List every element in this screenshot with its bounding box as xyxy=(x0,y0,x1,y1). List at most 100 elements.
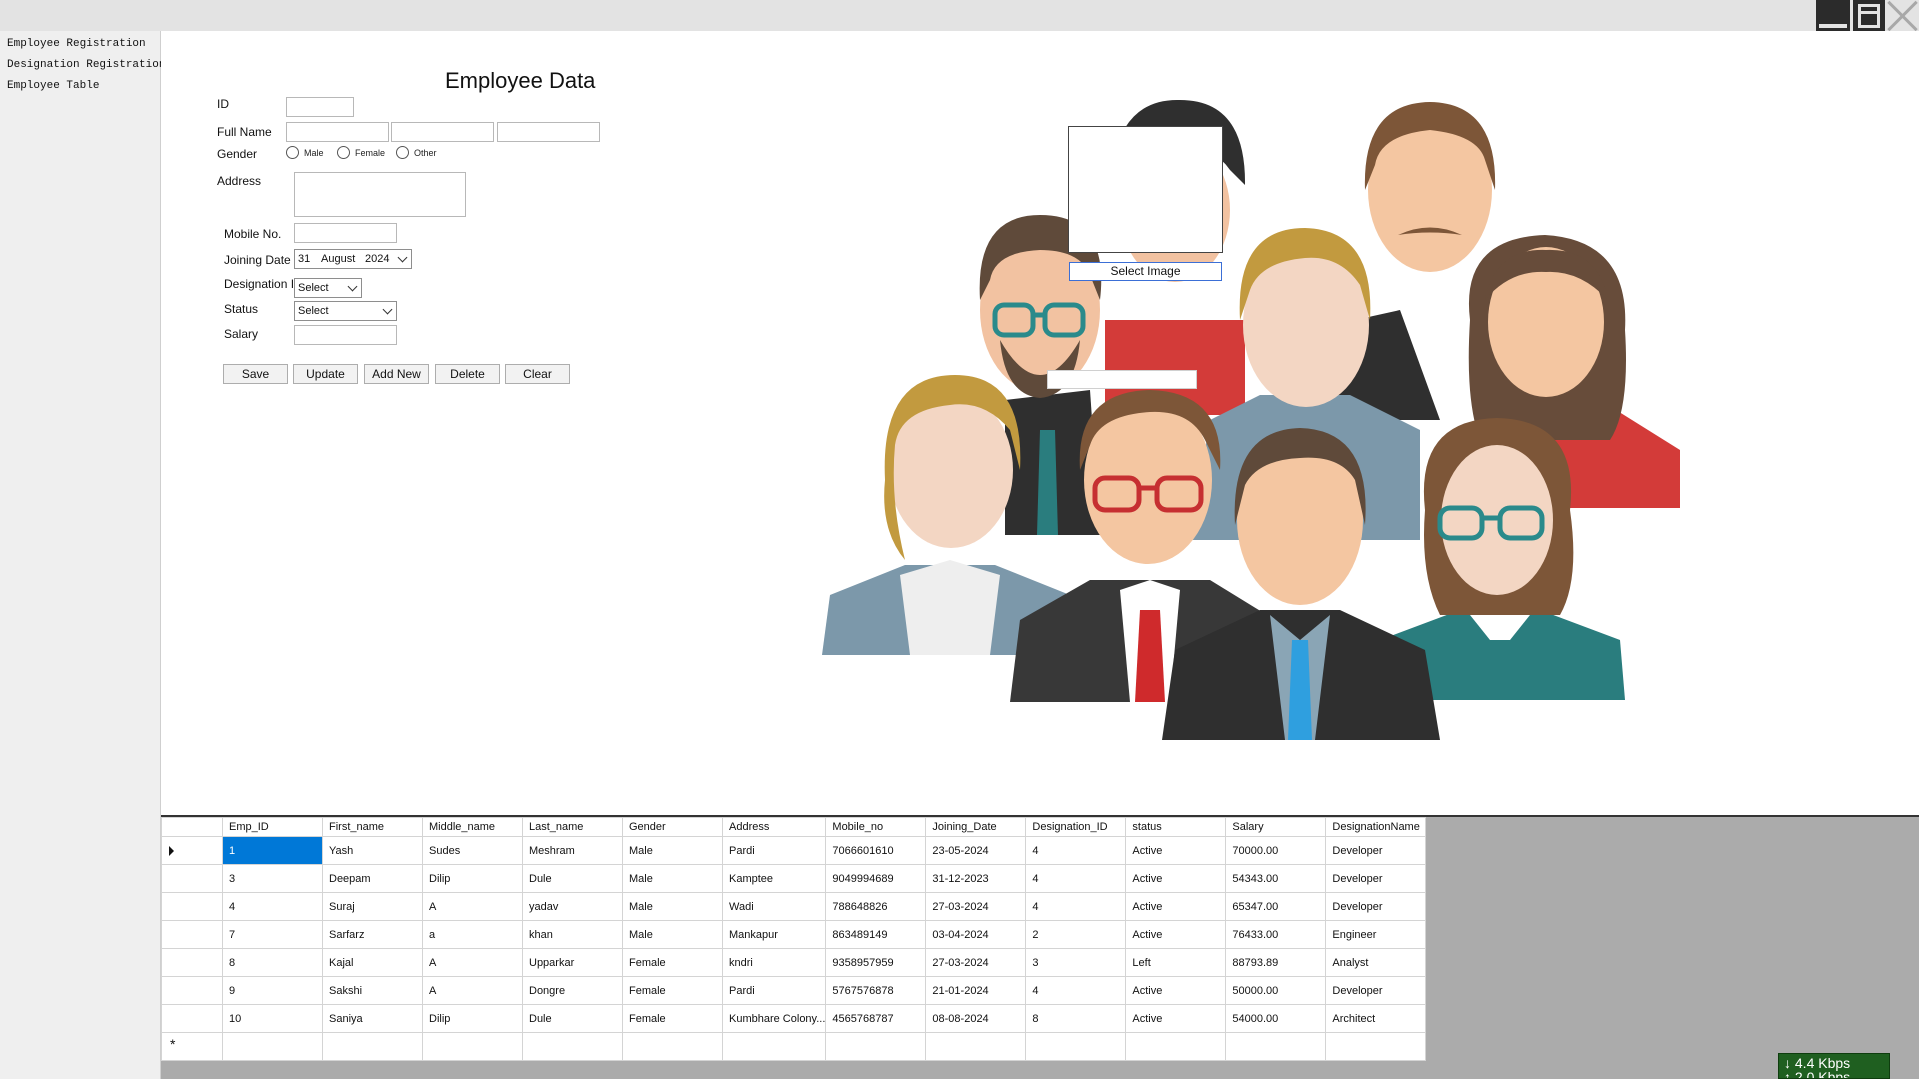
column-header-emp-id[interactable]: Emp_ID xyxy=(222,817,323,837)
column-header-middle-name[interactable]: Middle_name xyxy=(422,817,523,837)
menu-item-employee-registration[interactable]: Employee Registration xyxy=(0,34,160,55)
cell-empty[interactable] xyxy=(1125,1032,1227,1061)
cell-empty[interactable] xyxy=(825,1032,927,1061)
cell-empty[interactable] xyxy=(322,1032,423,1061)
cell-middle-name[interactable]: Dilip xyxy=(422,1004,523,1033)
cell-mobile-no[interactable]: 9358957959 xyxy=(825,948,927,977)
last-name-field[interactable] xyxy=(497,122,600,142)
cell-emp-id[interactable]: 9 xyxy=(222,976,323,1005)
cell-designation-id[interactable]: 4 xyxy=(1025,892,1127,921)
cell-first-name[interactable]: Saniya xyxy=(322,1004,423,1033)
menu-item-employee-table[interactable]: Employee Table xyxy=(0,76,160,97)
cell-designation-name[interactable]: Developer xyxy=(1325,892,1427,921)
cell-designation-name[interactable]: Developer xyxy=(1325,864,1427,893)
address-field[interactable] xyxy=(294,172,466,217)
update-button[interactable]: Update xyxy=(293,364,358,384)
cell-status[interactable]: Left xyxy=(1125,948,1227,977)
cell-gender[interactable]: Male xyxy=(622,920,723,949)
cell-gender[interactable]: Male xyxy=(622,836,723,865)
cell-emp-id[interactable]: 8 xyxy=(222,948,323,977)
menu-item-designation-registration[interactable]: Designation Registration xyxy=(0,55,165,76)
table-row[interactable]: 10 Saniya Dilip Dule Female Kumbhare Colony..… xyxy=(161,1004,1427,1033)
column-header-joining-date[interactable]: Joining_Date xyxy=(925,817,1027,837)
delete-button[interactable]: Delete xyxy=(435,364,500,384)
salary-field[interactable] xyxy=(294,325,397,345)
row-header[interactable] xyxy=(161,836,223,865)
save-button[interactable]: Save xyxy=(223,364,288,384)
cell-address[interactable]: Pardi xyxy=(721,976,827,1005)
cell-designation-name[interactable]: Developer xyxy=(1325,976,1427,1005)
column-header-designation-id[interactable]: Designation_ID xyxy=(1025,817,1127,837)
row-header[interactable] xyxy=(161,948,223,977)
cell-designation-id[interactable]: 4 xyxy=(1025,864,1127,893)
cell-address[interactable]: Pardi xyxy=(721,836,827,865)
row-header[interactable] xyxy=(161,1004,223,1033)
cell-joining-date[interactable]: 31-12-2023 xyxy=(925,864,1027,893)
column-header-salary[interactable]: Salary xyxy=(1225,817,1327,837)
row-header[interactable] xyxy=(161,976,223,1005)
mobile-field[interactable] xyxy=(294,223,397,243)
cell-empty[interactable] xyxy=(422,1032,523,1061)
cell-designation-id[interactable]: 2 xyxy=(1025,920,1127,949)
cell-empty[interactable] xyxy=(522,1032,623,1061)
cell-empty[interactable] xyxy=(721,1032,827,1061)
cell-designation-name[interactable]: Developer xyxy=(1325,836,1427,865)
cell-designation-id[interactable]: 8 xyxy=(1025,1004,1127,1033)
cell-status[interactable]: Active xyxy=(1125,892,1227,921)
cell-empty[interactable] xyxy=(222,1032,323,1061)
employee-table[interactable]: Emp_ID First_name Middle_name Last_name … xyxy=(161,817,1427,1061)
table-row[interactable]: 9 Sakshi A Dongre Female Pardi 5767576878 21-01… xyxy=(161,976,1427,1005)
column-header-gender[interactable]: Gender xyxy=(622,817,723,837)
cell-emp-id[interactable]: 7 xyxy=(222,920,323,949)
clear-button[interactable]: Clear xyxy=(505,364,570,384)
cell-last-name[interactable]: Meshram xyxy=(522,836,623,865)
cell-first-name[interactable]: Yash xyxy=(322,836,423,865)
cell-gender[interactable]: Female xyxy=(622,948,723,977)
cell-designation-name[interactable]: Engineer xyxy=(1325,920,1427,949)
cell-status[interactable]: Active xyxy=(1125,976,1227,1005)
cell-middle-name[interactable]: A xyxy=(422,948,523,977)
gender-female-radio[interactable] xyxy=(337,146,350,159)
add-new-button[interactable]: Add New xyxy=(364,364,429,384)
cell-emp-id[interactable]: 4 xyxy=(222,892,323,921)
cell-status[interactable]: Active xyxy=(1125,920,1227,949)
cell-gender[interactable]: Female xyxy=(622,976,723,1005)
cell-first-name[interactable]: Sarfarz xyxy=(322,920,423,949)
first-name-field[interactable] xyxy=(286,122,389,142)
cell-designation-name[interactable]: Analyst xyxy=(1325,948,1427,977)
cell-address[interactable]: Kumbhare Colony... xyxy=(721,1004,827,1033)
cell-first-name[interactable]: Deepam xyxy=(322,864,423,893)
table-row[interactable]: 7 Sarfarz a khan Male Mankapur 863489149 03-04-… xyxy=(161,920,1427,949)
column-header-address[interactable]: Address xyxy=(721,817,827,837)
cell-gender[interactable]: Female xyxy=(622,1004,723,1033)
cell-middle-name[interactable]: Dilip xyxy=(422,864,523,893)
cell-mobile-no[interactable]: 5767576878 xyxy=(825,976,927,1005)
cell-last-name[interactable]: Dongre xyxy=(522,976,623,1005)
cell-salary[interactable]: 88793.89 xyxy=(1225,948,1327,977)
cell-salary[interactable]: 54000.00 xyxy=(1225,1004,1327,1033)
cell-empty[interactable] xyxy=(1325,1032,1427,1061)
cell-mobile-no[interactable]: 4565768787 xyxy=(825,1004,927,1033)
middle-name-field[interactable] xyxy=(391,122,494,142)
column-header-designation-name[interactable]: DesignationName xyxy=(1325,817,1427,837)
new-row[interactable]: * xyxy=(161,1032,1427,1061)
table-row[interactable]: 3 Deepam Dilip Dule Male Kamptee 9049994689 31-… xyxy=(161,864,1427,893)
cell-emp-id[interactable]: 3 xyxy=(222,864,323,893)
cell-joining-date[interactable]: 21-01-2024 xyxy=(925,976,1027,1005)
cell-salary[interactable]: 50000.00 xyxy=(1225,976,1327,1005)
cell-gender[interactable]: Male xyxy=(622,892,723,921)
cell-emp-id[interactable]: 10 xyxy=(222,1004,323,1033)
row-header[interactable] xyxy=(161,892,223,921)
cell-mobile-no[interactable]: 788648826 xyxy=(825,892,927,921)
cell-joining-date[interactable]: 23-05-2024 xyxy=(925,836,1027,865)
cell-joining-date[interactable]: 27-03-2024 xyxy=(925,892,1027,921)
cell-status[interactable]: Active xyxy=(1125,836,1227,865)
cell-salary[interactable]: 54343.00 xyxy=(1225,864,1327,893)
cell-middle-name[interactable]: a xyxy=(422,920,523,949)
select-image-button[interactable]: Select Image xyxy=(1069,262,1222,281)
cell-empty[interactable] xyxy=(622,1032,723,1061)
table-row[interactable]: 8 Kajal A Upparkar Female kndri 9358957959 27-0… xyxy=(161,948,1427,977)
column-header-mobile-no[interactable]: Mobile_no xyxy=(825,817,927,837)
cell-designation-name[interactable]: Architect xyxy=(1325,1004,1427,1033)
cell-status[interactable]: Active xyxy=(1125,864,1227,893)
